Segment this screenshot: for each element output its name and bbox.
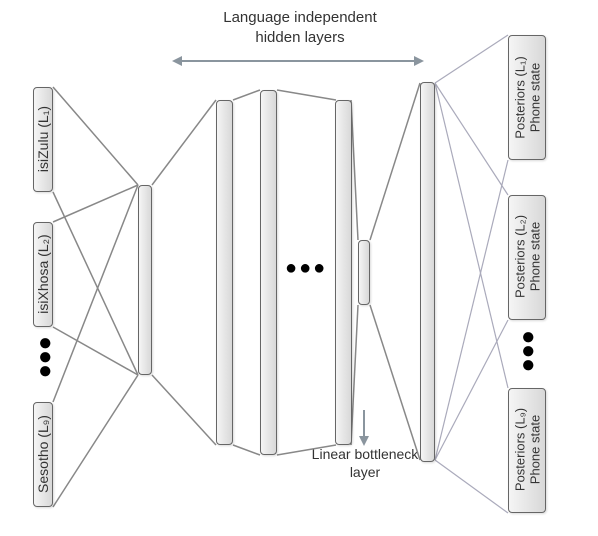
input-label-2: isiXhosa (L₂) — [35, 225, 51, 323]
output-label-3a: Phone state — [528, 400, 543, 500]
hidden-layer-b — [216, 100, 233, 445]
hidden-layer-d — [335, 100, 352, 445]
output-label-1b: Posteriors (L₁) — [513, 48, 528, 148]
output-label-3b: Posteriors (L₉) — [513, 400, 528, 500]
hidden-layer-c — [260, 90, 277, 455]
bottleneck-layer — [358, 240, 370, 305]
input-label-3: Sesotho (L₉) — [35, 406, 51, 502]
output-label-2a: Phone state — [528, 207, 543, 307]
shared-layer-a — [138, 185, 152, 375]
input-ellipsis-icon: ●●● — [38, 336, 55, 378]
input-label-1: isiZulu (L₁) — [35, 94, 51, 184]
output-label-1a: Phone state — [528, 48, 543, 148]
middle-ellipsis-icon: ●●● — [285, 257, 327, 280]
output-label-2b: Posteriors (L₂) — [513, 207, 528, 307]
expansion-layer — [420, 82, 435, 462]
output-ellipsis-icon: ●●● — [521, 330, 538, 372]
diagram-canvas: Language independent hidden layers — [0, 0, 598, 536]
